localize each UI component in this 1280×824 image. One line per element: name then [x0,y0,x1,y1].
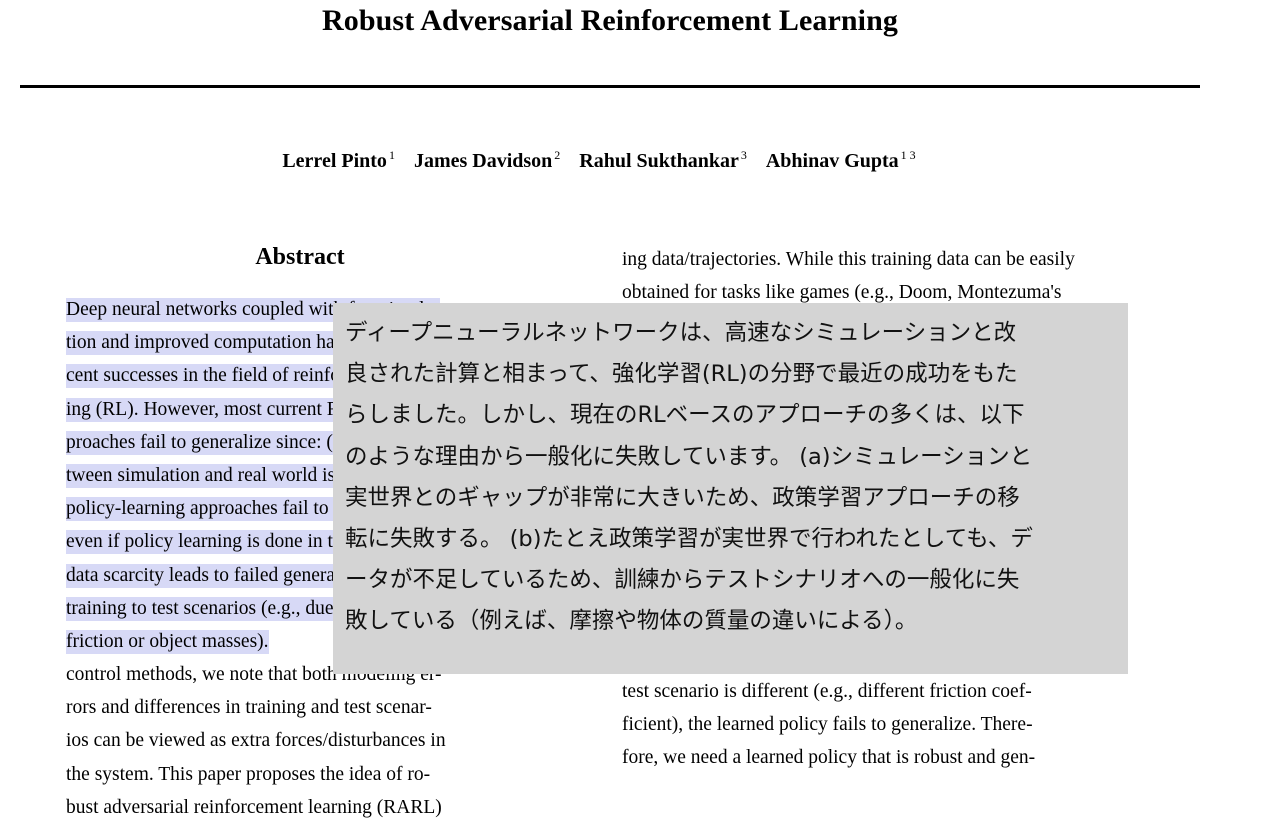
body-line: test scenario is different (e.g., differ… [622,680,1032,702]
author-entry: Rahul Sukthankar 3 [579,148,747,172]
author-affiliation: 3 [740,148,747,163]
body-line: rors and differences in training and tes… [66,697,432,719]
tooltip-line: ディープニューラルネットワークは、高速なシミュレーションと改 [345,320,1017,346]
abstract-heading: Abstract [255,244,345,270]
body-line: ficient), the learned policy fails to ge… [622,713,1033,735]
body-line: the system. This paper proposes the idea… [66,763,431,785]
title-divider [20,85,1200,88]
tooltip-line: 転に失敗する。 (b)たとえ政策学習が実世界で行われたとしても、デ [345,526,1033,553]
author-name: James Davidson [413,150,553,172]
author-list: Lerrel Pinto 1 James Davidson 2 Rahul Sukt… [0,148,1198,174]
body-line: ing data/trajectories. While this traini… [622,249,1075,270]
tooltip-line: のような理由から一般化に失敗しています。 (a)シミュレーションと [345,443,1033,470]
body-line: bust adversarial reinforcement learning … [66,796,442,818]
tooltip-line: 良された計算と相まって、強化学習(RL)の分野で最近の成功をもた [345,361,1018,388]
author-affiliation: 2 [554,148,561,163]
author-name: Abhinav Gupta [765,150,899,172]
author-entry: Abhinav Gupta 1 3 [765,148,916,172]
page-title: Robust Adversarial Reinforcement Learnin… [321,4,898,37]
body-line: ios can be viewed as extra forces/distur… [66,730,446,752]
author-name: Rahul Sukthankar [579,150,739,172]
author-name: Lerrel Pinto [282,150,387,172]
author-affiliation: 1 3 [900,148,916,163]
author-entry: James Davidson 2 [413,148,561,172]
author-affiliation: 1 [388,148,395,163]
translation-tooltip[interactable]: ディープニューラルネットワークは、高速なシミュレーションと改 良された計算と相ま… [333,303,1128,674]
body-line: fore, we need a learned policy that is r… [622,747,1036,769]
abstract-continuation: control methods, we note that both model… [66,658,536,824]
tooltip-line: らしました。しかし、現在のRLベースのアプローチの多くは、以下 [345,402,1025,429]
tooltip-line: 実世界とのギャップが非常に大きいため、政策学習アプローチの移 [345,484,1020,511]
document-page: Robust Adversarial Reinforcement Learnin… [0,0,1280,818]
author-entry: Lerrel Pinto 1 [282,148,395,172]
tooltip-line: ータが不足しているため、訓練からテストシナリオへの一般化に失 [345,567,1020,594]
selected-text[interactable]: friction or object masses). [66,630,269,655]
tooltip-line: 敗している（例えば、摩擦や物体の質量の違いによる）。 [345,608,918,635]
